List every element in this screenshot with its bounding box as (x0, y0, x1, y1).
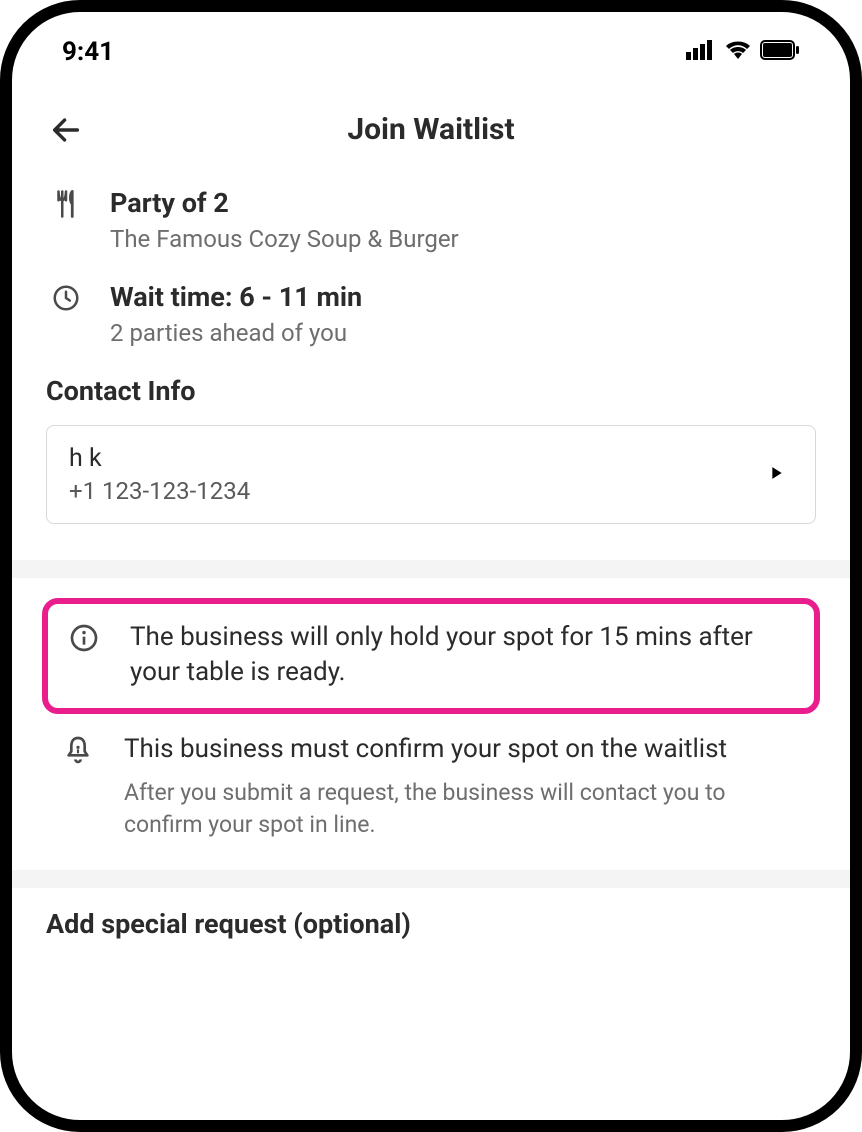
special-request-heading: Add special request (optional) (12, 888, 850, 940)
utensils-icon (51, 189, 81, 223)
status-icons (686, 40, 800, 64)
clock-icon (51, 283, 81, 317)
confirm-notice-sub: After you submit a request, the business… (124, 777, 806, 841)
parties-ahead-label: 2 parties ahead of you (110, 319, 816, 347)
wait-time-label: Wait time: 6 - 11 min (110, 281, 816, 313)
confirm-notice-row: This business must confirm your spot on … (42, 732, 820, 851)
back-button[interactable] (46, 110, 86, 150)
bell-icon (62, 734, 94, 770)
contact-card[interactable]: h k +1 123-123-1234 (46, 425, 816, 524)
hold-notice-highlight: The business will only hold your spot fo… (42, 598, 820, 714)
contact-phone: +1 123-123-1234 (69, 477, 250, 505)
hold-notice-row: The business will only hold your spot fo… (62, 620, 800, 690)
caret-right-icon (771, 465, 793, 484)
wifi-icon (724, 40, 752, 64)
party-row: Party of 2 The Famous Cozy Soup & Burger (46, 187, 816, 253)
confirm-notice-title: This business must confirm your spot on … (124, 732, 806, 767)
notice-section: The business will only hold your spot fo… (12, 578, 850, 852)
status-bar: 9:41 (12, 12, 850, 82)
device-frame: 9:41 (0, 0, 862, 1132)
section-divider (12, 560, 850, 578)
arrow-left-icon (49, 113, 83, 147)
page-title: Join Waitlist (42, 112, 820, 147)
party-size-label: Party of 2 (110, 187, 816, 219)
restaurant-name: The Famous Cozy Soup & Burger (110, 225, 816, 253)
summary-section: Party of 2 The Famous Cozy Soup & Burger… (12, 177, 850, 534)
status-time: 9:41 (62, 37, 114, 67)
nav-header: Join Waitlist (12, 82, 850, 177)
wait-row: Wait time: 6 - 11 min 2 parties ahead of… (46, 281, 816, 347)
battery-icon (760, 40, 800, 64)
section-divider-2 (12, 870, 850, 888)
contact-heading: Contact Info (46, 375, 816, 407)
hold-notice-text: The business will only hold your spot fo… (130, 620, 800, 690)
contact-name: h k (69, 444, 250, 473)
info-icon (68, 622, 100, 658)
cellular-icon (686, 40, 716, 64)
